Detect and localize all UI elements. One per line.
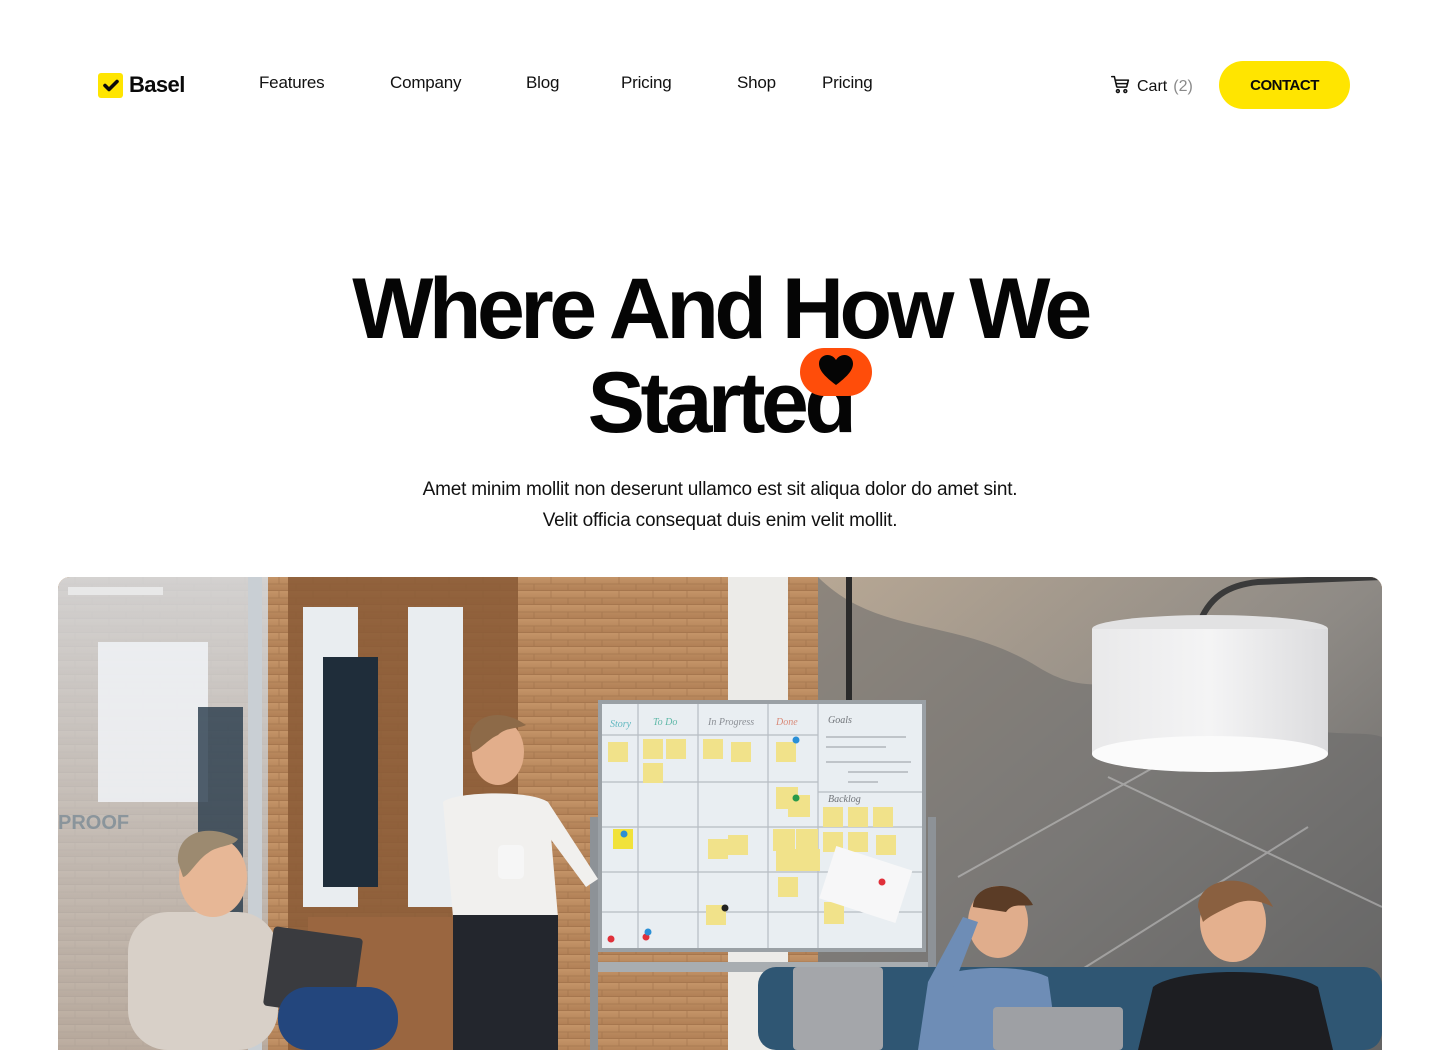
heart-icon — [818, 354, 854, 391]
contact-button[interactable]: CONTACT — [1219, 61, 1350, 109]
brand-name: Basel — [129, 72, 185, 97]
cart-label: Cart — [1137, 78, 1168, 95]
heart-badge — [800, 348, 872, 396]
whiteboard-column-story: Story — [610, 719, 632, 730]
nav-item-pricing-2[interactable]: Pricing — [822, 73, 873, 93]
title-line-2: Started — [587, 355, 857, 451]
cart-count-badge: (2) — [1173, 78, 1193, 95]
site-header: Basel Features Company Blog Pricing Shop… — [0, 0, 1440, 170]
subtitle-line-2: Velit officia consequat duis enim velit … — [542, 510, 898, 531]
nav-item-pricing[interactable]: Pricing — [621, 73, 672, 93]
whiteboard-column-in-progress: In Progress — [707, 717, 754, 728]
subtitle-line-1: Amet minim mollit non deserunt ullamco e… — [422, 479, 1018, 500]
cart-link[interactable]: Cart (2) — [1110, 74, 1193, 100]
nav-item-features[interactable]: Features — [259, 73, 325, 93]
title-line-1: Where And How We — [352, 261, 1092, 357]
nav-item-company[interactable]: Company — [390, 73, 462, 93]
shopping-cart-icon — [1110, 74, 1131, 100]
brand-logo[interactable]: Basel — [98, 72, 185, 98]
svg-text:PROOF: PROOF — [58, 812, 129, 834]
whiteboard-column-todo: To Do — [653, 717, 677, 728]
nav-item-shop[interactable]: Shop — [737, 73, 776, 93]
page-title: Where And How We Started — [0, 262, 1440, 450]
nav-item-blog[interactable]: Blog — [526, 73, 559, 93]
whiteboard-column-done: Done — [775, 717, 798, 728]
checkmark-icon — [98, 72, 123, 98]
whiteboard-backlog: Backlog — [828, 794, 861, 805]
hero-photo: PROOF Story To Do In Progress Done Goals… — [58, 577, 1382, 1050]
hero-subtitle: Amet minim mollit non deserunt ullamco e… — [0, 474, 1440, 536]
whiteboard-column-goals: Goals — [828, 715, 852, 726]
